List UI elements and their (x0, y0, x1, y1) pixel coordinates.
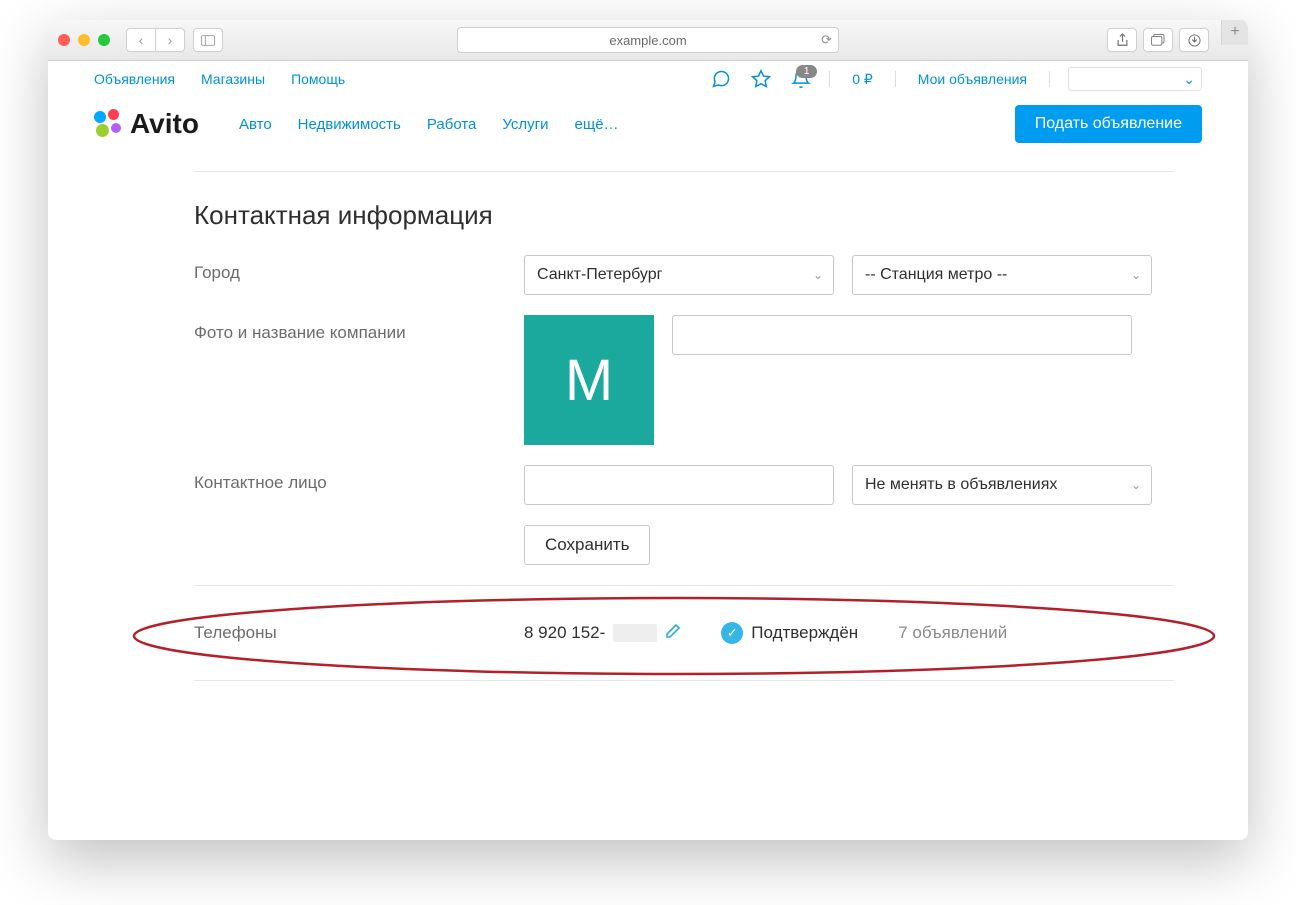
company-name-input[interactable] (672, 315, 1132, 355)
phone-number-value: 8 920 152- (524, 623, 605, 643)
label-phones: Телефоны (194, 623, 524, 643)
nav-jobs[interactable]: Работа (427, 116, 477, 133)
check-circle-icon: ✓ (721, 622, 743, 644)
section-title: Контактная информация (194, 200, 1174, 231)
minimize-window-button[interactable] (78, 34, 90, 46)
label-city: Город (194, 255, 524, 283)
logo-icon (94, 109, 124, 139)
balance-link[interactable]: 0 ₽ (852, 71, 873, 88)
topbar-link-ads[interactable]: Объявления (94, 71, 175, 87)
phone-confirmed-label: Подтверждён (751, 623, 858, 643)
maximize-window-button[interactable] (98, 34, 110, 46)
site-logo[interactable]: Avito (94, 108, 199, 140)
notifications-badge: 1 (796, 65, 817, 78)
divider (194, 680, 1174, 681)
phone-number-masked (613, 624, 657, 642)
chevron-down-icon: ⌄ (1131, 268, 1141, 282)
page-viewport: Объявления Магазины Помощь 1 0 ₽ Мои объ… (48, 61, 1248, 840)
nav-realty[interactable]: Недвижимость (298, 116, 401, 133)
phone-number: 8 920 152- (524, 623, 681, 644)
metro-select[interactable]: -- Станция метро -- ⌄ (852, 255, 1152, 295)
metro-select-value: -- Станция метро -- (865, 266, 1007, 284)
downloads-button[interactable] (1179, 28, 1209, 52)
main-nav: Авто Недвижимость Работа Услуги ещё… (239, 116, 619, 133)
site-header: Avito Авто Недвижимость Работа Услуги ещ… (48, 97, 1248, 157)
tabs-button[interactable] (1143, 28, 1173, 52)
chevron-down-icon: ⌄ (1131, 478, 1141, 492)
city-select-value: Санкт-Петербург (537, 266, 662, 284)
nav-more[interactable]: ещё… (575, 116, 619, 133)
phone-confirmed-status: ✓ Подтверждён (721, 622, 858, 644)
divider (194, 171, 1174, 172)
chevron-down-icon: ⌄ (813, 268, 823, 282)
contact-person-input[interactable] (524, 465, 834, 505)
address-bar[interactable]: example.com ⟳ (457, 27, 839, 53)
site-topbar: Объявления Магазины Помощь 1 0 ₽ Мои объ… (48, 61, 1248, 97)
company-avatar[interactable]: М (524, 315, 654, 445)
nav-auto[interactable]: Авто (239, 116, 272, 133)
avatar-letter: М (565, 347, 613, 414)
topbar-link-shops[interactable]: Магазины (201, 71, 265, 87)
nav-services[interactable]: Услуги (502, 116, 548, 133)
back-button[interactable]: ‹ (126, 28, 156, 52)
label-contact: Контактное лицо (194, 465, 524, 493)
favorites-icon[interactable] (751, 69, 771, 89)
close-window-button[interactable] (58, 34, 70, 46)
browser-window: ‹ › example.com ⟳ + (48, 20, 1248, 840)
forward-button[interactable]: › (156, 28, 185, 52)
my-ads-link[interactable]: Мои объявления (918, 71, 1027, 87)
ads-update-select[interactable]: Не менять в объявлениях ⌄ (852, 465, 1152, 505)
ads-update-value: Не менять в объявлениях (865, 476, 1057, 494)
notifications-icon[interactable]: 1 (791, 69, 811, 89)
topbar-link-help[interactable]: Помощь (291, 71, 345, 87)
share-button[interactable] (1107, 28, 1137, 52)
save-button[interactable]: Сохранить (524, 525, 650, 565)
sidebar-toggle-button[interactable] (193, 28, 223, 52)
phone-ads-count[interactable]: 7 объявлений (898, 623, 1007, 643)
chevron-down-icon: ⌄ (1183, 71, 1195, 88)
new-tab-button[interactable]: + (1221, 20, 1248, 45)
label-company: Фото и название компании (194, 315, 524, 343)
logo-text: Avito (130, 108, 199, 140)
post-ad-button[interactable]: Подать объявление (1015, 105, 1202, 143)
user-menu-dropdown[interactable]: ⌄ (1068, 67, 1202, 91)
reload-icon[interactable]: ⟳ (821, 32, 832, 48)
url-text: example.com (609, 33, 686, 48)
traffic-lights (58, 34, 110, 46)
city-select[interactable]: Санкт-Петербург ⌄ (524, 255, 834, 295)
messages-icon[interactable] (711, 69, 731, 89)
browser-chrome: ‹ › example.com ⟳ + (48, 20, 1248, 61)
edit-phone-icon[interactable] (665, 623, 681, 644)
